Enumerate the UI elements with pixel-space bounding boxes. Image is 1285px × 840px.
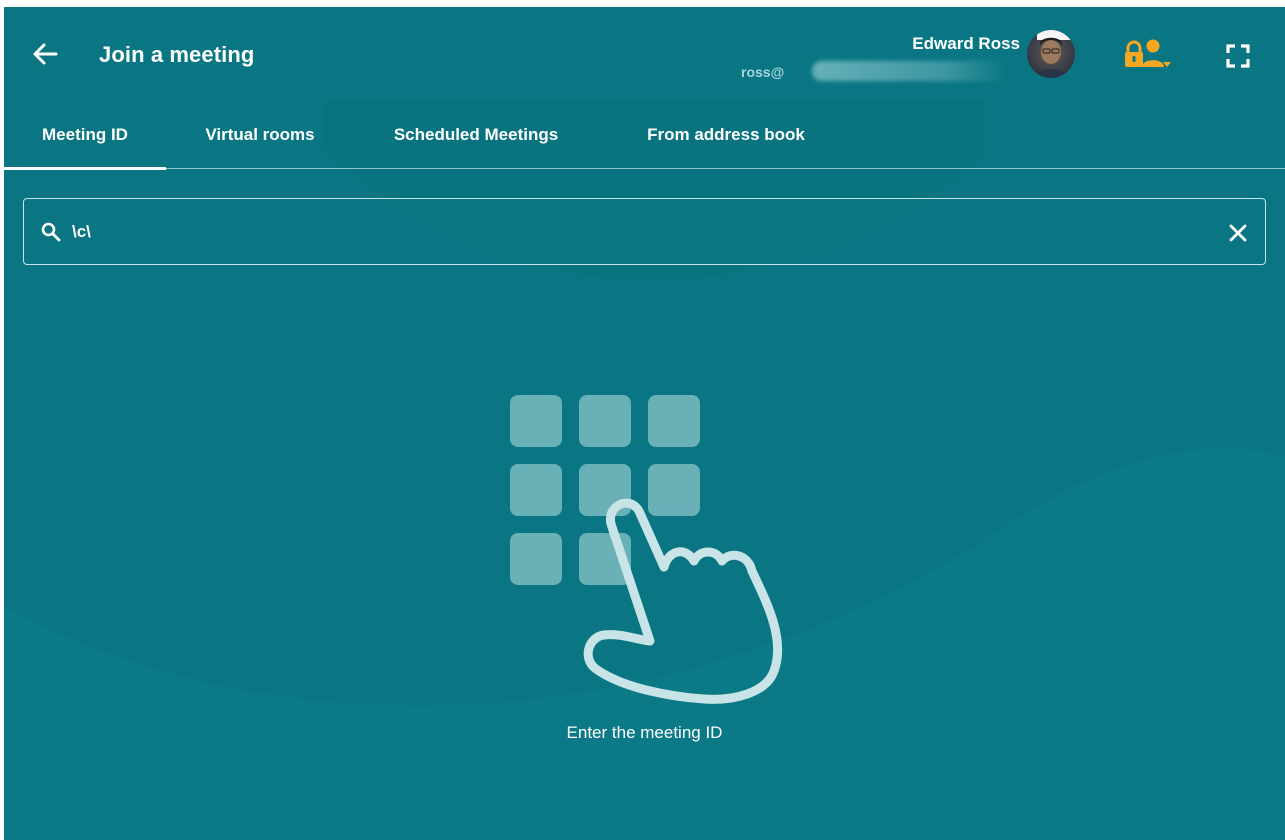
back-arrow-icon[interactable] (30, 39, 60, 69)
fullscreen-icon[interactable] (1225, 43, 1251, 69)
tab-scheduled-meetings[interactable]: Scheduled Meetings (369, 101, 583, 169)
email-redacted-blur (812, 61, 1007, 81)
app-header: Join a meeting Edward Ross ross@ (4, 7, 1285, 101)
user-avatar[interactable] (1027, 30, 1075, 78)
pointing-hand-icon (583, 498, 783, 704)
tab-bar: Meeting ID Virtual rooms Scheduled Meeti… (4, 101, 1285, 170)
tab-address-book[interactable]: From address book (620, 101, 832, 169)
page-title: Join a meeting (99, 42, 255, 67)
keypad-touch-illustration (510, 395, 783, 704)
user-email-container: ross@ (741, 64, 784, 84)
avatar-portrait-icon (1035, 30, 1071, 78)
tab-virtual-rooms[interactable]: Virtual rooms (178, 101, 342, 169)
meeting-id-input[interactable] (72, 215, 1212, 249)
user-email: ross@ (741, 64, 785, 80)
close-icon[interactable] (1226, 221, 1250, 245)
user-name: Edward Ross (912, 34, 1020, 53)
lock-user-icon[interactable] (1122, 38, 1172, 70)
meeting-id-search-box[interactable] (23, 198, 1266, 265)
meeting-id-hint: Enter the meeting ID (566, 723, 723, 742)
tab-meeting-id[interactable]: Meeting ID (4, 101, 166, 170)
app-window: Join a meeting Edward Ross ross@ Meeting… (4, 7, 1285, 840)
search-icon (41, 222, 61, 242)
